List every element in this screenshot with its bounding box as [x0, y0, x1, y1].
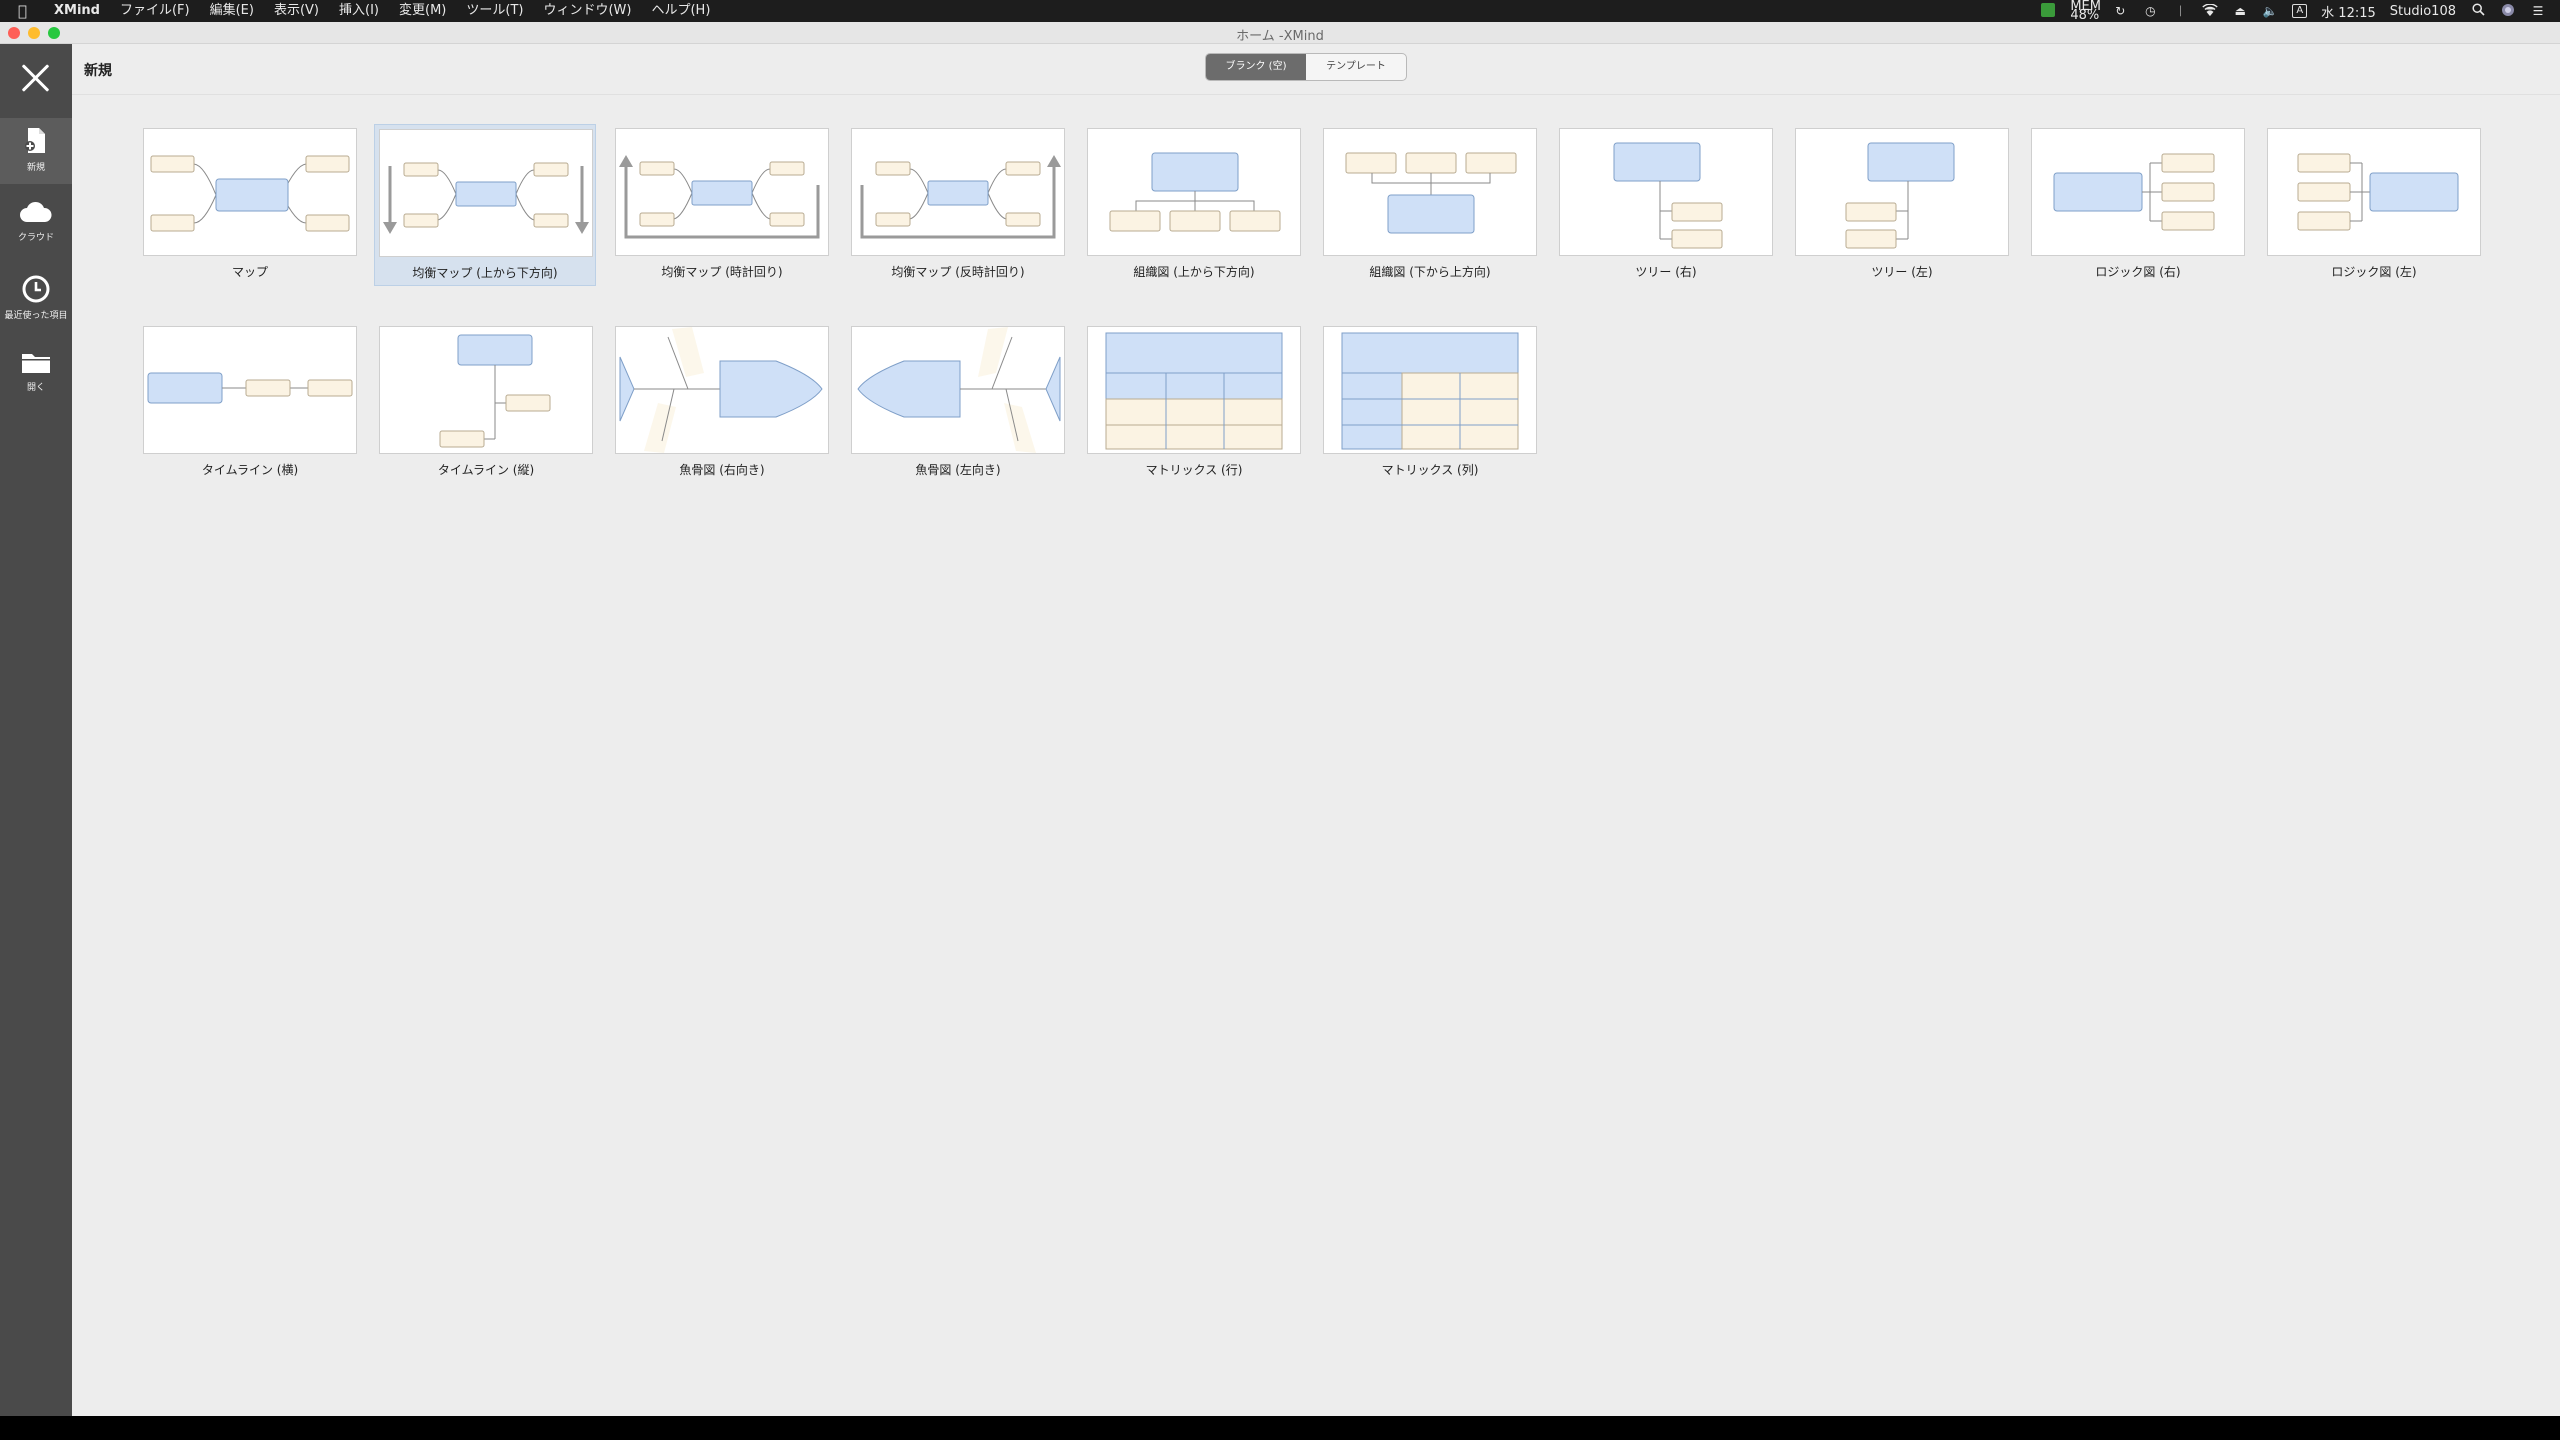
template-name: マトリックス (列) — [1381, 463, 1479, 477]
template-name: タイムライン (縦) — [437, 463, 535, 477]
template-thumbnail — [2267, 128, 2481, 256]
template-thumbnail — [1559, 128, 1773, 256]
sidebar-item-new[interactable]: 新規 — [0, 118, 72, 184]
apple-icon[interactable]:  — [18, 2, 40, 20]
template-name: 均衡マップ (上から下方向) — [412, 266, 558, 280]
template-balanced-map-counterclockwise[interactable]: 均衡マップ (反時計回り) — [851, 128, 1065, 280]
template-name: ツリー (左) — [1871, 265, 1933, 279]
title-bar: ホーム -XMind — [0, 22, 2560, 44]
template-tree-right[interactable]: ツリー (右) — [1559, 128, 1773, 280]
app-window: ホーム -XMind 新規 クラウド 最近使った項目 開く 新規 ブランク (空… — [0, 22, 2560, 1416]
template-org-chart-down[interactable]: 組織図 (上から下方向) — [1087, 128, 1301, 280]
memory-status[interactable]: MEM 48% — [2070, 0, 2101, 22]
activity-monitor-icon[interactable] — [2040, 2, 2056, 20]
folder-icon — [22, 354, 50, 373]
menu-help[interactable]: ヘルプ(H) — [641, 0, 720, 22]
menu-file[interactable]: ファイル(F) — [110, 0, 200, 22]
template-thumbnail — [379, 129, 593, 257]
template-name: マトリックス (行) — [1145, 463, 1243, 477]
template-name: ロジック図 (左) — [2331, 265, 2417, 279]
bluetooth-icon[interactable]: ᛁ — [2172, 4, 2188, 18]
template-thumbnail — [143, 326, 357, 454]
airplay-icon[interactable]: ⏏ — [2232, 4, 2248, 18]
template-name: ツリー (右) — [1635, 265, 1697, 279]
template-logic-left[interactable]: ロジック図 (左) — [2267, 128, 2481, 280]
template-thumbnail — [615, 326, 829, 454]
tab-templates[interactable]: テンプレート — [1306, 54, 1406, 80]
template-name: 魚骨図 (左向き) — [915, 463, 1001, 477]
volume-icon[interactable]: 🔈 — [2262, 4, 2278, 18]
sidebar-item-label: クラウド — [17, 233, 54, 243]
menu-modify[interactable]: 変更(M) — [389, 0, 456, 22]
template-name: 組織図 (下から上方向) — [1369, 265, 1491, 279]
template-thumbnail — [851, 326, 1065, 454]
template-name: 均衡マップ (時計回り) — [661, 265, 783, 279]
template-timeline-vertical[interactable]: タイムライン (縦) — [379, 326, 593, 478]
template-name: ロジック図 (右) — [2095, 265, 2181, 279]
template-name: マップ — [231, 265, 268, 279]
siri-icon[interactable] — [2500, 3, 2516, 20]
menu-edit[interactable]: 編集(E) — [200, 0, 264, 22]
template-timeline-horizontal[interactable]: タイムライン (横) — [143, 326, 357, 478]
sidebar-item-recent[interactable]: 最近使った項目 — [0, 266, 72, 332]
wifi-icon[interactable] — [2202, 2, 2219, 19]
sidebar-item-open[interactable]: 開く — [0, 340, 72, 406]
main-content: 新規 ブランク (空) テンプレート マップ 均衡マップ (上から下方向) 均衡… — [72, 44, 2560, 1416]
template-fishbone-right[interactable]: 魚骨図 (右向き) — [615, 326, 829, 478]
mode-tabs: ブランク (空) テンプレート — [1205, 53, 1407, 81]
header-divider — [72, 94, 2560, 95]
template-balanced-map-clockwise[interactable]: 均衡マップ (時計回り) — [615, 128, 829, 280]
sidebar-item-label: 最近使った項目 — [4, 311, 68, 321]
menu-window[interactable]: ウィンドウ(W) — [533, 0, 641, 22]
menu-tools[interactable]: ツール(T) — [456, 0, 533, 22]
template-thumbnail — [1087, 326, 1301, 454]
sidebar-item-label: 開く — [26, 383, 45, 393]
spotlight-icon[interactable] — [2470, 3, 2486, 19]
sidebar-item-label: 新規 — [26, 163, 45, 173]
template-matrix-columns[interactable]: マトリックス (列) — [1323, 326, 1537, 478]
template-balanced-map-down[interactable]: 均衡マップ (上から下方向) — [374, 124, 596, 286]
menu-view[interactable]: 表示(V) — [264, 0, 329, 22]
menubar-user[interactable]: Studio108 — [2390, 4, 2456, 19]
cloud-icon — [20, 201, 52, 222]
template-name: タイムライン (横) — [201, 463, 299, 477]
input-source-indicator[interactable]: A — [2292, 4, 2308, 18]
template-map[interactable]: マップ — [143, 128, 357, 280]
template-name: 組織図 (上から下方向) — [1133, 265, 1255, 279]
sidebar-item-cloud[interactable]: クラウド — [0, 192, 72, 258]
new-file-icon — [25, 128, 45, 153]
template-thumbnail — [1087, 128, 1301, 256]
clock-icon — [22, 275, 50, 303]
menu-app-name[interactable]: XMind — [40, 0, 110, 22]
template-thumbnail — [2031, 128, 2245, 256]
template-name: 均衡マップ (反時計回り) — [891, 265, 1025, 279]
template-thumbnail — [615, 128, 829, 256]
template-logic-right[interactable]: ロジック図 (右) — [2031, 128, 2245, 280]
window-title: ホーム -XMind — [1236, 29, 1324, 44]
template-thumbnail — [143, 128, 357, 256]
close-home-button[interactable] — [20, 62, 52, 94]
bottom-edge — [0, 1416, 2560, 1440]
template-thumbnail — [1323, 326, 1537, 454]
template-fishbone-left[interactable]: 魚骨図 (左向き) — [851, 326, 1065, 478]
menu-insert[interactable]: 挿入(I) — [329, 0, 389, 22]
sync-icon[interactable]: ↻ — [2112, 4, 2128, 18]
template-tree-left[interactable]: ツリー (左) — [1795, 128, 2009, 280]
template-matrix-rows[interactable]: マトリックス (行) — [1087, 326, 1301, 478]
template-thumbnail — [379, 326, 593, 454]
menubar-clock[interactable]: 水 12:15 — [2321, 2, 2376, 21]
template-thumbnail — [1323, 128, 1537, 256]
time-machine-icon[interactable]: ◷ — [2142, 4, 2158, 18]
tab-blank[interactable]: ブランク (空) — [1206, 54, 1306, 80]
template-thumbnail — [851, 128, 1065, 256]
sidebar: 新規 クラウド 最近使った項目 開く — [0, 44, 72, 1416]
template-thumbnail — [1795, 128, 2009, 256]
template-org-chart-up[interactable]: 組織図 (下から上方向) — [1323, 128, 1537, 280]
menubar:  XMind ファイル(F) 編集(E) 表示(V) 挿入(I) 変更(M) … — [0, 0, 2560, 22]
template-name: 魚骨図 (右向き) — [679, 463, 765, 477]
notification-center-icon[interactable]: ☰ — [2530, 4, 2546, 18]
page-title: 新規 — [84, 63, 112, 79]
